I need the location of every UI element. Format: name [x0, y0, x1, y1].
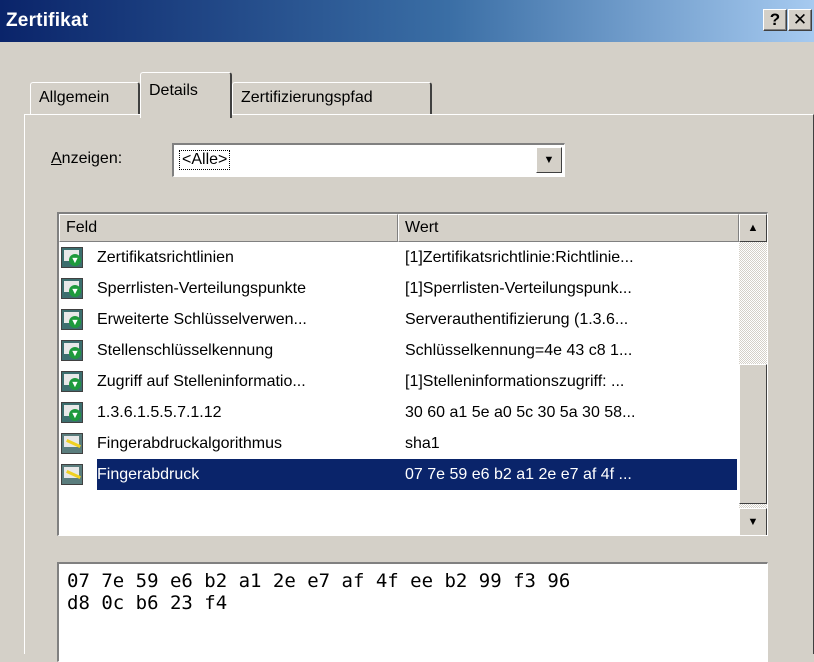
field-value: [1]Stelleninformationszugriff: ... — [405, 373, 625, 390]
field-name: Zugriff auf Stelleninformatio... — [97, 373, 306, 390]
field-value: [1]Sperrlisten-Verteilungspunk... — [405, 280, 632, 297]
cert-extension-icon: ▼ — [61, 340, 83, 361]
field-value: Serverauthentifizierung (1.3.6... — [405, 311, 629, 328]
list-item[interactable]: ▼ Zugriff auf Stelleninformatio... [1]Stel… — [59, 366, 739, 397]
field-value: 07 7e 59 e6 b2 a1 2e e7 af 4f ... — [405, 466, 632, 483]
scroll-down-icon[interactable]: ▼ — [739, 508, 767, 535]
chevron-down-icon[interactable]: ▼ — [536, 147, 562, 173]
list-rows: ▼ Zertifikatsrichtlinien [1]Zertifikatsric… — [59, 242, 739, 490]
cert-extension-icon: ▼ — [61, 247, 83, 268]
field-value-textbox[interactable]: 07 7e 59 e6 b2 a1 2e e7 af 4f ee b2 99 f… — [57, 562, 768, 662]
title-bar[interactable]: Zertifikat ? ✕ — [0, 0, 814, 42]
list-item[interactable]: Fingerabdruckalgorithmus sha1 — [59, 428, 739, 459]
scrollbar-thumb[interactable] — [739, 364, 767, 504]
show-label: Anzeigen: — [51, 150, 122, 168]
list-item[interactable]: ▼ Zertifikatsrichtlinien [1]Zertifikatsric… — [59, 242, 739, 273]
list-header: Feld Wert — [59, 214, 739, 242]
list-item[interactable]: ▼ 1.3.6.1.5.5.7.1.12 30 60 a1 5e a0 5c 30 … — [59, 397, 739, 428]
scroll-up-icon[interactable]: ▲ — [739, 214, 767, 242]
field-value: sha1 — [405, 435, 440, 452]
thumbprint-icon — [61, 464, 83, 485]
cert-extension-icon: ▼ — [61, 371, 83, 392]
column-header-value[interactable]: Wert — [398, 214, 739, 242]
show-dropdown[interactable]: <Alle> ▼ — [172, 143, 565, 177]
list-item[interactable]: ▼ Erweiterte Schlüsselverwen... Serverauth… — [59, 304, 739, 335]
cert-extension-icon: ▼ — [61, 278, 83, 299]
tab-general[interactable]: Allgemein — [30, 82, 140, 114]
list-item[interactable]: ▼ Stellenschlüsselkennung Schlüsselkennung… — [59, 335, 739, 366]
thumbprint-icon — [61, 433, 83, 454]
show-dropdown-value: <Alle> — [178, 150, 231, 170]
field-name: Erweiterte Schlüsselverwen... — [97, 311, 307, 328]
field-list[interactable]: Feld Wert ▼ Zertifikatsrichtlinien [1]Zert… — [57, 212, 768, 536]
show-label-text: nzeigen: — [61, 150, 123, 167]
help-button[interactable]: ? — [763, 9, 787, 31]
field-value: [1]Zertifikatsrichtlinie:Richtlinie... — [405, 249, 634, 266]
field-name: 1.3.6.1.5.5.7.1.12 — [97, 404, 222, 421]
list-item[interactable]: ▼ Sperrlisten-Verteilungspunkte [1]Sperrli… — [59, 273, 739, 304]
vertical-scrollbar[interactable]: ▲ ▼ — [739, 214, 767, 535]
show-label-accelerator: A — [51, 150, 62, 167]
field-name: Zertifikatsrichtlinien — [97, 249, 234, 266]
list-item[interactable]: Fingerabdruck 07 7e 59 e6 b2 a1 2e e7 af … — [59, 459, 739, 490]
column-header-field[interactable]: Feld — [59, 214, 398, 242]
close-button[interactable]: ✕ — [788, 9, 812, 31]
cert-extension-icon: ▼ — [61, 309, 83, 330]
tab-certification-path[interactable]: Zertifizierungspfad — [232, 82, 432, 114]
field-value: Schlüsselkennung=4e 43 c8 1... — [405, 342, 633, 359]
window-title: Zertifikat — [6, 10, 89, 31]
field-name: Sperrlisten-Verteilungspunkte — [97, 280, 307, 297]
field-value: 30 60 a1 5e a0 5c 30 5a 30 58... — [405, 404, 636, 421]
cert-extension-icon: ▼ — [61, 402, 83, 423]
field-name: Stellenschlüsselkennung — [97, 342, 274, 359]
tab-details[interactable]: Details — [140, 72, 232, 118]
field-name: Fingerabdruckalgorithmus — [97, 435, 282, 452]
